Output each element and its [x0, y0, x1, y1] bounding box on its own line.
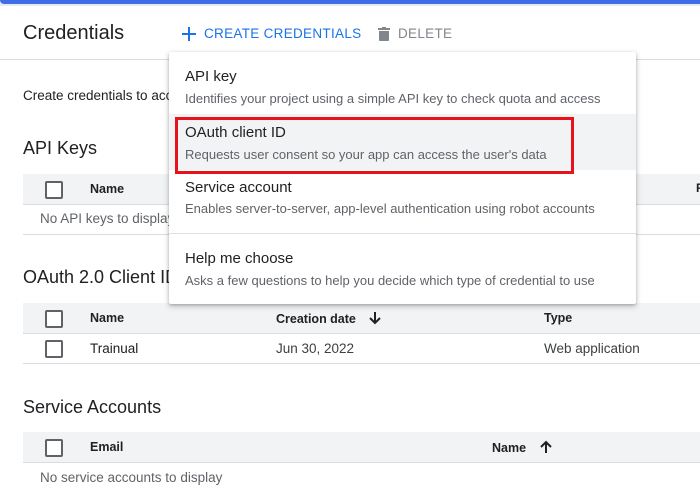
delete-label: DELETE — [398, 26, 453, 41]
menu-item-service-account-description: Enables server-to-server, app-level auth… — [185, 201, 595, 216]
oauth-row-name[interactable]: Trainual — [90, 341, 138, 356]
api-keys-empty-text: No API keys to display — [40, 211, 175, 226]
arrow-down-icon — [369, 312, 382, 325]
oauth-col-creation-date-label: Creation date — [276, 312, 356, 326]
menu-item-api-key-description: Identifies your project using a simple A… — [185, 91, 601, 106]
service-accounts-col-email[interactable]: Email — [90, 440, 123, 454]
create-credentials-button[interactable]: CREATE CREDENTIALS — [182, 26, 361, 41]
menu-item-api-key[interactable]: API key Identifies your project using a … — [169, 52, 636, 114]
menu-item-help-title: Help me choose — [185, 250, 294, 267]
menu-item-help-me-choose[interactable]: Help me choose Asks a few questions to h… — [169, 234, 636, 304]
trash-icon — [378, 26, 390, 41]
api-keys-col-cut: R — [696, 181, 700, 195]
create-credentials-label: CREATE CREDENTIALS — [204, 26, 362, 41]
page-title: Credentials — [23, 22, 125, 44]
oauth-col-name[interactable]: Name — [90, 311, 124, 325]
oauth-row-checkbox[interactable] — [45, 340, 63, 358]
api-keys-title: API Keys — [23, 138, 98, 158]
oauth-row-type: Web application — [544, 341, 640, 356]
oauth-row-creation-date: Jun 30, 2022 — [276, 341, 355, 356]
oauth-select-all-checkbox[interactable] — [45, 310, 63, 328]
menu-item-service-account[interactable]: Service account Enables server-to-server… — [169, 170, 636, 232]
oauth-title: OAuth 2.0 Client IDs — [23, 267, 188, 287]
service-accounts-select-all-checkbox[interactable] — [45, 439, 63, 457]
plus-icon — [182, 26, 196, 41]
table-row[interactable]: Trainual Jun 30, 2022 Web application — [23, 334, 700, 363]
oauth-col-creation-date[interactable]: Creation date — [276, 311, 382, 326]
service-accounts-empty-text: No service accounts to display — [40, 470, 223, 485]
service-accounts-col-name[interactable]: Name — [492, 440, 552, 455]
menu-item-help-description: Asks a few questions to help you decide … — [185, 273, 595, 288]
service-accounts-col-name-label: Name — [492, 441, 527, 455]
create-credentials-menu: API key Identifies your project using a … — [169, 52, 636, 304]
oauth-table-header: Name Creation date Type — [23, 303, 700, 334]
menu-item-service-account-title: Service account — [185, 179, 292, 196]
api-keys-select-all-checkbox[interactable] — [45, 181, 63, 199]
service-accounts-title: Service Accounts — [23, 397, 162, 417]
delete-button[interactable]: DELETE — [378, 26, 452, 41]
arrow-up-icon — [539, 440, 552, 453]
oauth-col-type[interactable]: Type — [544, 311, 572, 325]
intro-text: Create credentials to access your enable… — [23, 88, 183, 103]
oauth-row-divider — [23, 363, 700, 364]
top-progress-strip — [0, 0, 700, 6]
service-accounts-table-header: Email Name — [23, 432, 700, 463]
api-keys-col-name[interactable]: Name — [90, 182, 124, 196]
highlight-annotation-box — [175, 117, 574, 174]
menu-item-api-key-title: API key — [185, 68, 237, 85]
